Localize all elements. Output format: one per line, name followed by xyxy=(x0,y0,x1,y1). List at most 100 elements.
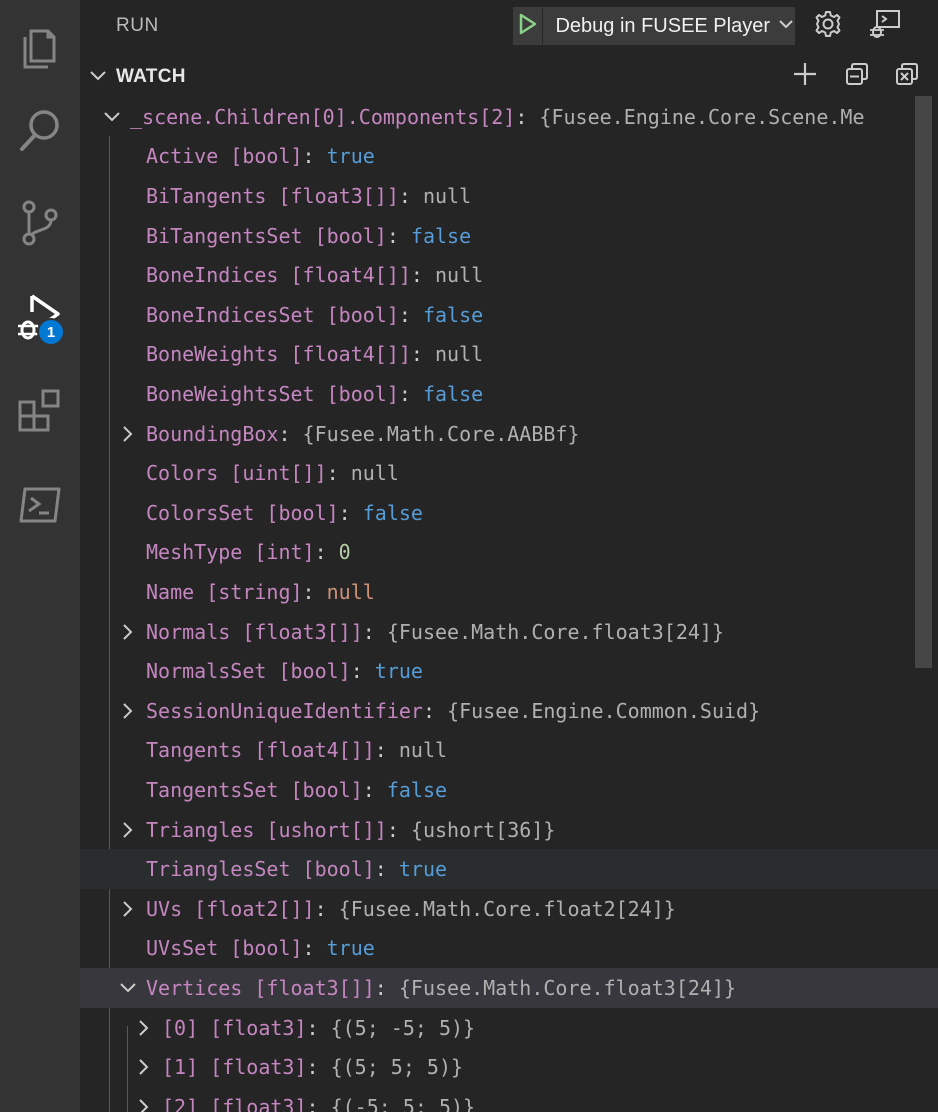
activity-bar: 1 xyxy=(0,0,80,1112)
collapse-all-button[interactable] xyxy=(842,61,872,91)
watch-tree: _scene.Children[0].Components[2]: {Fusee… xyxy=(80,96,938,1112)
variable-name: Vertices [float3[]] xyxy=(146,975,375,1000)
chevron-right-icon[interactable] xyxy=(134,1098,154,1112)
add-expression-button[interactable] xyxy=(790,61,820,91)
activity-terminal[interactable] xyxy=(0,460,80,550)
separator: : xyxy=(350,659,375,684)
watch-variable-row[interactable]: TrianglesSet [bool]: true xyxy=(80,849,938,889)
separator: : xyxy=(338,500,363,525)
variable-name: [2] [float3] xyxy=(162,1094,307,1112)
separator: : xyxy=(306,1015,331,1040)
variable-name: BoneWeights [float4[]] xyxy=(146,342,411,367)
open-launch-json-button[interactable] xyxy=(812,10,844,42)
variable-name: TrianglesSet [bool] xyxy=(146,857,375,882)
start-debugging-button[interactable] xyxy=(514,8,544,44)
activity-search[interactable] xyxy=(0,85,80,175)
watch-variable-row[interactable]: MeshType [int]: 0 xyxy=(80,533,938,573)
watch-root-expression[interactable]: _scene.Children[0].Components[2]: {Fusee… xyxy=(80,97,938,137)
variable-value: {Fusee.Engine.Common.Suid} xyxy=(447,698,761,723)
separator: : xyxy=(410,342,435,367)
variable-name: TangentsSet [bool] xyxy=(146,777,363,802)
watch-variable-row[interactable]: BoneWeights [float4[]]: null xyxy=(80,335,938,375)
watch-section-header[interactable]: WATCH xyxy=(80,56,938,96)
activity-source-control[interactable] xyxy=(0,178,80,268)
run-header: RUN Debug in FUSEE Player xyxy=(80,0,938,52)
remove-all-expressions-button[interactable] xyxy=(892,61,922,91)
variable-value: false xyxy=(410,223,472,248)
chevron-right-icon[interactable] xyxy=(118,900,138,918)
chevron-right-icon[interactable] xyxy=(134,1058,154,1076)
separator: : xyxy=(306,1055,331,1080)
chevron-right-icon[interactable] xyxy=(118,821,138,839)
expression-value: {Fusee.Engine.Core.Scene.Me xyxy=(539,104,865,129)
chevron-down-icon[interactable] xyxy=(118,981,138,995)
variable-name: Triangles [ushort[]] xyxy=(146,817,387,842)
separator: : xyxy=(422,698,448,723)
watch-variable-row[interactable]: SessionUniqueIdentifier: {Fusee.Engine.C… xyxy=(80,691,938,731)
debug-config-label: Debug in FUSEE Player xyxy=(555,14,770,37)
chevron-right-icon[interactable] xyxy=(118,702,138,720)
watch-variable-row[interactable]: BoneIndicesSet [bool]: false xyxy=(80,295,938,335)
separator: : xyxy=(278,421,303,446)
variable-value: false xyxy=(422,302,484,327)
chevron-right-icon[interactable] xyxy=(118,425,138,443)
variable-value: null xyxy=(435,342,484,367)
activity-run-and-debug[interactable] xyxy=(0,272,80,362)
watch-variable-row[interactable]: Tangents [float4[]]: null xyxy=(80,731,938,771)
debug-console-button[interactable] xyxy=(868,9,902,42)
watch-variable-row[interactable]: BoneWeightsSet [bool]: false xyxy=(80,374,938,414)
watch-variable-row[interactable]: Vertices [float3[]]: {Fusee.Math.Core.fl… xyxy=(80,968,938,1008)
chevron-down-icon xyxy=(778,17,794,35)
variable-value: {Fusee.Math.Core.float3[24]} xyxy=(398,975,737,1000)
watch-variable-row[interactable]: UVs [float2[]]: {Fusee.Math.Core.float2[… xyxy=(80,889,938,929)
watch-variable-row[interactable]: BoundingBox: {Fusee.Math.Core.AABBf} xyxy=(80,414,938,454)
watch-variable-row[interactable]: TangentsSet [bool]: false xyxy=(80,770,938,810)
gear-icon xyxy=(814,10,842,43)
search-icon xyxy=(17,107,63,153)
separator: : xyxy=(386,223,411,248)
watch-variable-row[interactable]: Normals [float3[]]: {Fusee.Math.Core.flo… xyxy=(80,612,938,652)
variable-value: false xyxy=(422,381,484,406)
separator: : xyxy=(515,104,540,129)
watch-variable-row[interactable]: NormalsSet [bool]: true xyxy=(80,651,938,691)
separator: : xyxy=(302,579,327,604)
variable-value: null xyxy=(422,183,472,208)
separator: : xyxy=(374,975,399,1000)
variable-name: SessionUniqueIdentifier xyxy=(146,698,423,723)
chevron-right-icon[interactable] xyxy=(134,1019,154,1037)
watch-variable-row[interactable]: BiTangentsSet [bool]: false xyxy=(80,216,938,256)
separator: : xyxy=(374,857,399,882)
run-title: RUN xyxy=(116,15,159,36)
watch-variable-row[interactable]: Active [bool]: true xyxy=(80,137,938,177)
variable-value: true xyxy=(398,857,448,882)
activity-extensions[interactable] xyxy=(0,366,80,456)
variable-name: Tangents [float4[]] xyxy=(146,738,375,763)
debug-config-select[interactable]: Debug in FUSEE Player xyxy=(513,7,795,45)
watch-variable-row[interactable]: UVsSet [bool]: true xyxy=(80,929,938,969)
terminal-icon xyxy=(17,485,63,525)
variable-name: NormalsSet [bool] xyxy=(146,659,351,684)
watch-variable-row[interactable]: BiTangents [float3[]]: null xyxy=(80,176,938,216)
watch-variable-row[interactable]: Name [string]: null xyxy=(80,572,938,612)
watch-variable-row[interactable]: ColorsSet [bool]: false xyxy=(80,493,938,533)
remove-all-icon xyxy=(895,62,919,91)
variable-value: true xyxy=(374,659,423,684)
watch-variable-row[interactable]: Colors [uint[]]: null xyxy=(80,453,938,493)
chevron-right-icon[interactable] xyxy=(118,623,138,641)
watch-variable-row[interactable]: Triangles [ushort[]]: {ushort[36]} xyxy=(80,810,938,850)
variable-value: 0 xyxy=(338,540,351,565)
variable-name: BoneIndices [float4[]] xyxy=(146,263,411,288)
vertex-element-row[interactable]: [0] [float3]: {(5; -5; 5)} xyxy=(80,1008,938,1048)
variable-name: ColorsSet [bool] xyxy=(146,500,339,525)
scrollbar-thumb[interactable] xyxy=(915,96,932,668)
separator: : xyxy=(302,936,327,961)
variable-name: UVs [float2[]] xyxy=(146,896,315,921)
separator: : xyxy=(326,461,351,486)
vertex-element-row[interactable]: [1] [float3]: {(5; 5; 5)} xyxy=(80,1047,938,1087)
variable-value: {Fusee.Math.Core.float2[24]} xyxy=(338,896,676,921)
activity-explorer[interactable] xyxy=(0,0,80,90)
variable-name: UVsSet [bool] xyxy=(146,936,303,961)
extensions-icon xyxy=(17,388,63,434)
vertex-element-row[interactable]: [2] [float3]: {(-5; 5; 5)} xyxy=(80,1087,938,1112)
watch-variable-row[interactable]: BoneIndices [float4[]]: null xyxy=(80,255,938,295)
